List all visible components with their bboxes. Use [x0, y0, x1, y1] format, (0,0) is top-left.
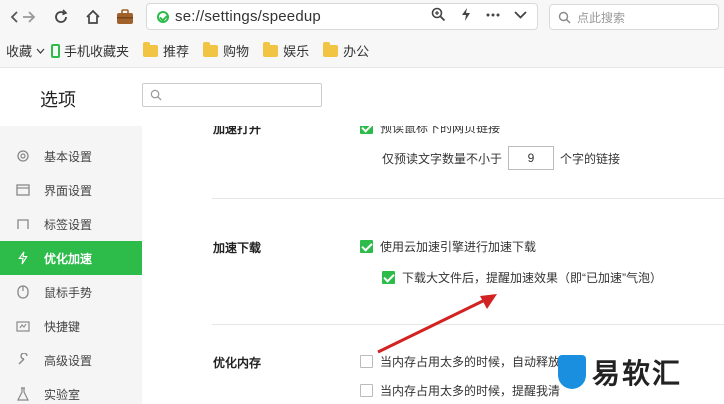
- sidebar-item-speedup[interactable]: 优化加速: [0, 241, 142, 275]
- checkbox[interactable]: [360, 126, 373, 134]
- bookmark-label: 娱乐: [283, 44, 310, 59]
- bookmark-folder[interactable]: 办公: [323, 41, 369, 60]
- briefcase-icon: [117, 9, 133, 24]
- sidebar-item-label: 优化加速: [44, 251, 93, 266]
- phone-icon: [51, 43, 61, 58]
- section-label-download: 加速下载: [213, 241, 262, 255]
- accel-notify-option[interactable]: 下载大文件后，提醒加速效果（即“已加速”气泡）: [382, 269, 662, 286]
- bookmark-label: 手机收藏夹: [64, 44, 130, 59]
- reload-button[interactable]: [50, 6, 72, 28]
- checkbox[interactable]: [360, 384, 373, 397]
- more-icon[interactable]: [486, 13, 500, 17]
- zoom-icon[interactable]: [431, 7, 446, 22]
- section-divider: [212, 324, 724, 325]
- home-icon: [86, 9, 100, 24]
- folder-icon: [143, 41, 159, 57]
- reload-icon: [55, 9, 68, 23]
- search-icon: [150, 89, 162, 101]
- forward-arrow-icon: [23, 11, 36, 23]
- watermark-text: 易软汇: [592, 358, 683, 389]
- checkbox-label: 预读鼠标下的网页链接: [380, 126, 501, 135]
- bookmarks-bar: 收藏 手机收藏夹 推荐 购物 娱乐 办公: [0, 34, 724, 68]
- sidebar-item-shortcuts[interactable]: 快捷键: [0, 309, 142, 343]
- sidebar-item-basic[interactable]: 基本设置: [0, 139, 142, 173]
- folder-icon: [263, 41, 279, 57]
- checkbox[interactable]: [382, 271, 395, 284]
- section-label-open: 加速打开: [213, 126, 262, 136]
- extension-button[interactable]: [114, 6, 136, 28]
- preload-links-option[interactable]: 预读鼠标下的网页链接: [360, 126, 500, 136]
- sidebar-item-mouse-gesture[interactable]: 鼠标手势: [0, 275, 142, 309]
- settings-sidebar: 基本设置 界面设置 标签设置 优化加速 鼠标手势 快捷键 高级设置 实验室: [0, 126, 142, 404]
- bookmark-folder[interactable]: 推荐: [143, 41, 189, 60]
- wrench-icon: [16, 353, 30, 367]
- settings-search-input[interactable]: [142, 83, 322, 107]
- bookmark-mobile[interactable]: 手机收藏夹: [51, 41, 129, 60]
- checkbox-label: 使用云加速引擎进行加速下载: [380, 240, 537, 254]
- sidebar-item-advanced[interactable]: 高级设置: [0, 343, 142, 377]
- sidebar-item-tabs[interactable]: 标签设置: [0, 207, 142, 241]
- search-placeholder: 点此搜索: [577, 10, 626, 25]
- bookmark-label: 推荐: [163, 44, 190, 59]
- bookmark-folder[interactable]: 购物: [203, 41, 249, 60]
- bookmark-favorites[interactable]: 收藏: [6, 41, 45, 60]
- address-bar[interactable]: se://settings/speedup: [146, 3, 538, 30]
- mouse-icon: [16, 285, 30, 299]
- watermark: 易软汇: [558, 352, 682, 392]
- secure-shield-icon: [157, 10, 169, 23]
- sidebar-item-label: 标签设置: [44, 217, 93, 232]
- folder-icon: [323, 41, 339, 57]
- lightning-icon: [16, 251, 30, 265]
- address-url[interactable]: se://settings/speedup: [175, 8, 321, 25]
- watermark-logo-icon: [558, 355, 586, 389]
- sidebar-item-label: 界面设置: [44, 183, 93, 198]
- min-chars-suffix: 个字的链接: [560, 151, 621, 166]
- chevron-down-icon[interactable]: [514, 10, 527, 19]
- checkbox-label: 下载大文件后，提醒加速效果（即“已加速”气泡）: [402, 271, 662, 285]
- checkbox[interactable]: [360, 240, 373, 253]
- browser-toolbar: se://settings/speedup 点此搜索: [0, 0, 724, 34]
- chevron-down-icon: [36, 48, 45, 54]
- search-input[interactable]: 点此搜索: [549, 4, 719, 30]
- cloud-accel-option[interactable]: 使用云加速引擎进行加速下载: [360, 238, 536, 255]
- sidebar-item-label: 鼠标手势: [44, 285, 93, 300]
- folder-icon: [203, 41, 219, 57]
- flask-icon: [16, 387, 30, 401]
- checkbox-label: 当内存占用太多的时候，提醒我清: [380, 384, 561, 398]
- home-button[interactable]: [82, 6, 104, 28]
- bookmark-label: 办公: [343, 44, 370, 59]
- lightning-icon[interactable]: [460, 7, 472, 22]
- page-title: 选项: [40, 90, 76, 110]
- keyboard-icon: [16, 319, 30, 333]
- checkbox[interactable]: [360, 355, 373, 368]
- bookmark-folder[interactable]: 娱乐: [263, 41, 309, 60]
- section-divider: [212, 198, 724, 199]
- sidebar-item-label: 快捷键: [44, 319, 81, 334]
- min-chars-prefix: 仅预读文字数量不小于: [382, 151, 503, 166]
- sidebar-item-label: 实验室: [44, 387, 81, 402]
- sidebar-item-interface[interactable]: 界面设置: [0, 173, 142, 207]
- bookmark-label: 购物: [223, 44, 250, 59]
- tab-icon: [16, 217, 30, 231]
- min-chars-row: 仅预读文字数量不小于 9 个字的链接: [382, 146, 620, 170]
- sidebar-item-lab[interactable]: 实验室: [0, 377, 142, 404]
- bookmark-label: 收藏: [6, 44, 33, 59]
- checkbox-label: 当内存占用太多的时候，自动释放: [380, 355, 561, 369]
- sidebar-item-label: 基本设置: [44, 149, 93, 164]
- search-icon: [558, 11, 571, 24]
- section-label-memory: 优化内存: [213, 356, 262, 370]
- gear-icon: [16, 149, 30, 163]
- sidebar-item-label: 高级设置: [44, 353, 93, 368]
- min-chars-input[interactable]: 9: [508, 146, 555, 170]
- memory-remind-option[interactable]: 当内存占用太多的时候，提醒我清: [360, 382, 560, 399]
- forward-button[interactable]: [18, 6, 40, 28]
- window-icon: [16, 183, 30, 197]
- memory-auto-release-option[interactable]: 当内存占用太多的时候，自动释放: [360, 353, 560, 370]
